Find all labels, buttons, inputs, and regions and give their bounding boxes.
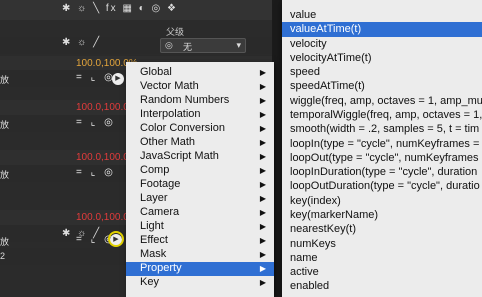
- submenu-item-nearest-key[interactable]: nearestKey(t): [282, 222, 482, 237]
- layer-switch-icons[interactable]: ✱ ☼ ╱: [62, 37, 101, 48]
- submenu-item-loop-in-duration[interactable]: loopInDuration(type = "cycle", duration: [282, 165, 482, 180]
- menu-item-property[interactable]: Property ▶: [126, 262, 274, 276]
- submenu-item-temporal-wiggle[interactable]: temporalWiggle(freq, amp, octaves = 1,: [282, 108, 482, 123]
- expression-icons[interactable]: = ⌞ ◎: [76, 167, 116, 178]
- layer-name-cut: 放: [0, 237, 10, 247]
- submenu-item-loop-in[interactable]: loopIn(type = "cycle", numKeyframes =: [282, 137, 482, 152]
- property-submenu: value valueAtTime(t) velocity velocityAt…: [282, 0, 482, 297]
- submenu-item-value-at-time[interactable]: valueAtTime(t): [282, 22, 482, 37]
- switches-icons[interactable]: ✱ ☼ ╲ fx ▦ ◐ ◎ ❖: [62, 3, 178, 14]
- menu-item-interpolation[interactable]: Interpolation ▶: [126, 108, 274, 122]
- menu-item-light[interactable]: Light ▶: [126, 220, 274, 234]
- chevron-down-icon: ▾: [236, 40, 241, 50]
- menu-item-camera[interactable]: Camera ▶: [126, 206, 274, 220]
- column-header-row: ✱ ☼ ╲ fx ▦ ◐ ◎ ❖: [0, 0, 272, 20]
- submenu-item-velocity-at-time[interactable]: velocityAtTime(t): [282, 51, 482, 66]
- submenu-item-key-index[interactable]: key(index): [282, 194, 482, 209]
- submenu-item-active[interactable]: active: [282, 265, 482, 280]
- parent-icon: ◎: [165, 40, 173, 50]
- parent-select[interactable]: ◎ 无 ▾: [160, 38, 246, 53]
- menu-item-color-conversion[interactable]: Color Conversion ▶: [126, 122, 274, 136]
- menu-item-footage[interactable]: Footage ▶: [126, 178, 274, 192]
- menu-item-other-math[interactable]: Other Math ▶: [126, 136, 274, 150]
- submenu-item-enabled[interactable]: enabled: [282, 279, 482, 294]
- highlight-circle: [108, 231, 124, 247]
- menu-item-comp[interactable]: Comp ▶: [126, 164, 274, 178]
- submenu-item-loop-out-duration[interactable]: loopOutDuration(type = "cycle", duratio: [282, 179, 482, 194]
- submenu-item-smooth[interactable]: smooth(width = .2, samples = 5, t = tim: [282, 122, 482, 137]
- submenu-item-name[interactable]: name: [282, 251, 482, 266]
- menu-item-global[interactable]: Global ▶: [126, 66, 274, 80]
- menu-item-random-numbers[interactable]: Random Numbers ▶: [126, 94, 274, 108]
- submenu-item-speed-at-time[interactable]: speedAtTime(t): [282, 79, 482, 94]
- pick-whip-icon[interactable]: ▶: [112, 73, 124, 85]
- submenu-item-velocity[interactable]: velocity: [282, 37, 482, 52]
- submenu-item-key-marker[interactable]: key(markerName): [282, 208, 482, 223]
- expression-icons[interactable]: = ⌞ ◎: [76, 72, 116, 83]
- menu-item-layer[interactable]: Layer ▶: [126, 192, 274, 206]
- parent-select-value: 无: [183, 42, 193, 52]
- expression-category-menu: Global ▶ Vector Math ▶ Random Numbers ▶ Int…: [126, 62, 274, 297]
- menu-item-key[interactable]: Key ▶: [126, 276, 274, 290]
- submenu-item-speed[interactable]: speed: [282, 65, 482, 80]
- submenu-item-num-keys[interactable]: numKeys: [282, 237, 482, 252]
- layer-number: 2: [0, 251, 6, 261]
- expression-icons[interactable]: = ⌞ ◎: [76, 117, 116, 128]
- submenu-item-wiggle[interactable]: wiggle(freq, amp, octaves = 1, amp_mu: [282, 94, 482, 109]
- submenu-item-value[interactable]: value: [282, 8, 482, 23]
- layer-name-cut: 放: [0, 170, 10, 180]
- menu-item-javascript-math[interactable]: JavaScript Math ▶: [126, 150, 274, 164]
- menu-item-mask[interactable]: Mask ▶: [126, 248, 274, 262]
- menu-item-effect[interactable]: Effect ▶: [126, 234, 274, 248]
- submenu-item-loop-out[interactable]: loopOut(type = "cycle", numKeyframes: [282, 151, 482, 166]
- menu-item-vector-math[interactable]: Vector Math ▶: [126, 80, 274, 94]
- layer-name-cut: 放: [0, 120, 10, 130]
- layer-name-cut: 放: [0, 75, 10, 85]
